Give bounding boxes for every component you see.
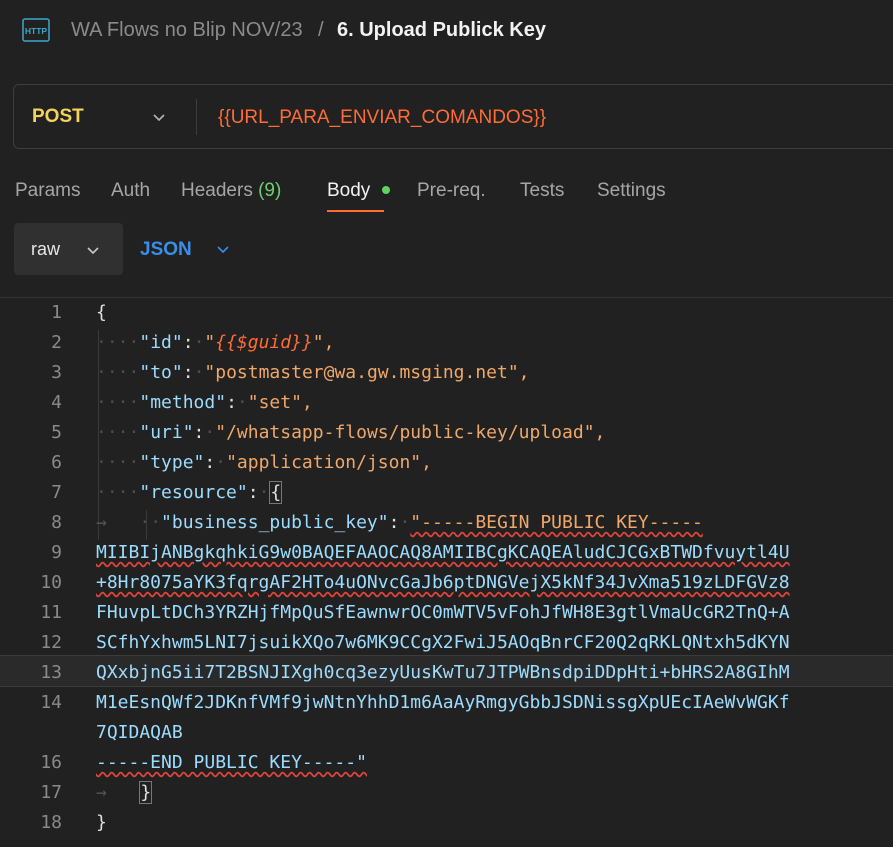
request-tabs: Params Auth Headers (9) Body Pre-req. Te… — [0, 172, 893, 212]
line-number: 12 — [40, 632, 62, 653]
code-line: 12 SCfhYxhwm5LNI7jsuikXQo7w6MK9CCgX2FwiJ… — [0, 628, 893, 658]
method-select[interactable]: POST — [32, 106, 84, 128]
code-line: 7 ····"resource":·{ — [0, 478, 893, 508]
http-icon: HTTP — [22, 18, 50, 42]
code-line: 10 +8Hr8075aYK3fqrgAF2HTo4uONvcGaJb6ptDN… — [0, 568, 893, 598]
body-type-select[interactable]: raw — [14, 223, 123, 275]
code-line: 9 MIIBIjANBgkqhkiG9w0BAQEFAAOCAQ8AMIIBCg… — [0, 538, 893, 568]
code-line: 14 M1eEsnQWf2JDKnfVMf9jwNtnYhhD1m6AaAyRm… — [0, 688, 893, 718]
chevron-down-icon — [87, 247, 99, 255]
tab-auth[interactable]: Auth — [111, 180, 150, 202]
line-number: 3 — [51, 362, 62, 383]
active-tab-indicator — [327, 210, 384, 212]
line-number: 6 — [51, 452, 62, 473]
line-number: 4 — [51, 392, 62, 413]
request-header: HTTP WA Flows no Blip NOV/23 / 6. Upload… — [0, 0, 893, 62]
body-code-editor[interactable]: 1 { 2 ····"id":·"{{$guid}}", 3 ····"to":… — [0, 297, 893, 847]
code-line: 3 ····"to":·"postmaster@wa.gw.msging.net… — [0, 358, 893, 388]
chevron-down-icon[interactable] — [216, 242, 230, 256]
tab-body[interactable]: Body — [327, 180, 370, 202]
breadcrumb-separator: / — [318, 19, 324, 41]
format-select[interactable]: JSON — [140, 239, 192, 261]
request-title[interactable]: 6. Upload Publick Key — [337, 19, 546, 42]
code-line: 17 → } — [0, 778, 893, 808]
code-line: 8 → ··"business_public_key":·"-----BEGIN… — [0, 508, 893, 538]
line-number: 11 — [40, 602, 62, 623]
tab-pre-request[interactable]: Pre-req. — [417, 180, 486, 202]
divider — [196, 99, 197, 135]
tab-headers[interactable]: Headers (9) — [181, 180, 281, 202]
code-line: 4 ····"method":·"set", — [0, 388, 893, 418]
code-line: 18 } — [0, 808, 893, 838]
chevron-down-icon[interactable] — [152, 110, 166, 124]
environment-variable: {{$guid}} — [215, 332, 313, 353]
line-number: 14 — [40, 692, 62, 713]
svg-text:HTTP: HTTP — [25, 26, 48, 36]
line-number: 1 — [51, 302, 62, 323]
code-line: 5 ····"uri":·"/whatsapp-flows/public-key… — [0, 418, 893, 448]
code-line: 11 FHuvpLtDCh3YRZHjfMpQuSfEawnwrOC0mWTV5… — [0, 598, 893, 628]
line-number: 17 — [40, 782, 62, 803]
code-line: 1 { — [0, 298, 893, 328]
code-line: 7QIDAQAB — [96, 722, 183, 743]
line-number: 18 — [40, 812, 62, 833]
url-bar: POST {{URL_PARA_ENVIAR_COMANDOS}} — [13, 84, 893, 149]
tab-headers-label: Headers — [181, 180, 253, 201]
code-line: 2 ····"id":·"{{$guid}}", — [0, 328, 893, 358]
line-number: 9 — [51, 542, 62, 563]
tab-tests[interactable]: Tests — [520, 180, 564, 202]
breadcrumb-collection[interactable]: WA Flows no Blip NOV/23 — [71, 19, 303, 42]
line-number: 2 — [51, 332, 62, 353]
code-line: 6 ····"type":·"application/json", — [0, 448, 893, 478]
line-number: 13 — [40, 662, 62, 683]
headers-count-badge: (9) — [258, 180, 282, 201]
line-number: 16 — [40, 752, 62, 773]
code-line: 16 -----END PUBLIC KEY-----" — [0, 748, 893, 778]
line-number: 7 — [51, 482, 62, 503]
line-number: 8 — [51, 512, 62, 533]
code-line-current: 13 QXxbjnG5ii7T2BSNJIXgh0cq3ezyUusKwTu7J… — [0, 655, 893, 687]
tab-settings[interactable]: Settings — [597, 180, 666, 202]
tab-params[interactable]: Params — [15, 180, 80, 202]
body-type-label: raw — [31, 239, 61, 259]
line-number: 10 — [40, 572, 62, 593]
url-input[interactable]: {{URL_PARA_ENVIAR_COMANDOS}} — [218, 107, 546, 129]
body-status-dot — [382, 186, 390, 194]
line-number: 5 — [51, 422, 62, 443]
